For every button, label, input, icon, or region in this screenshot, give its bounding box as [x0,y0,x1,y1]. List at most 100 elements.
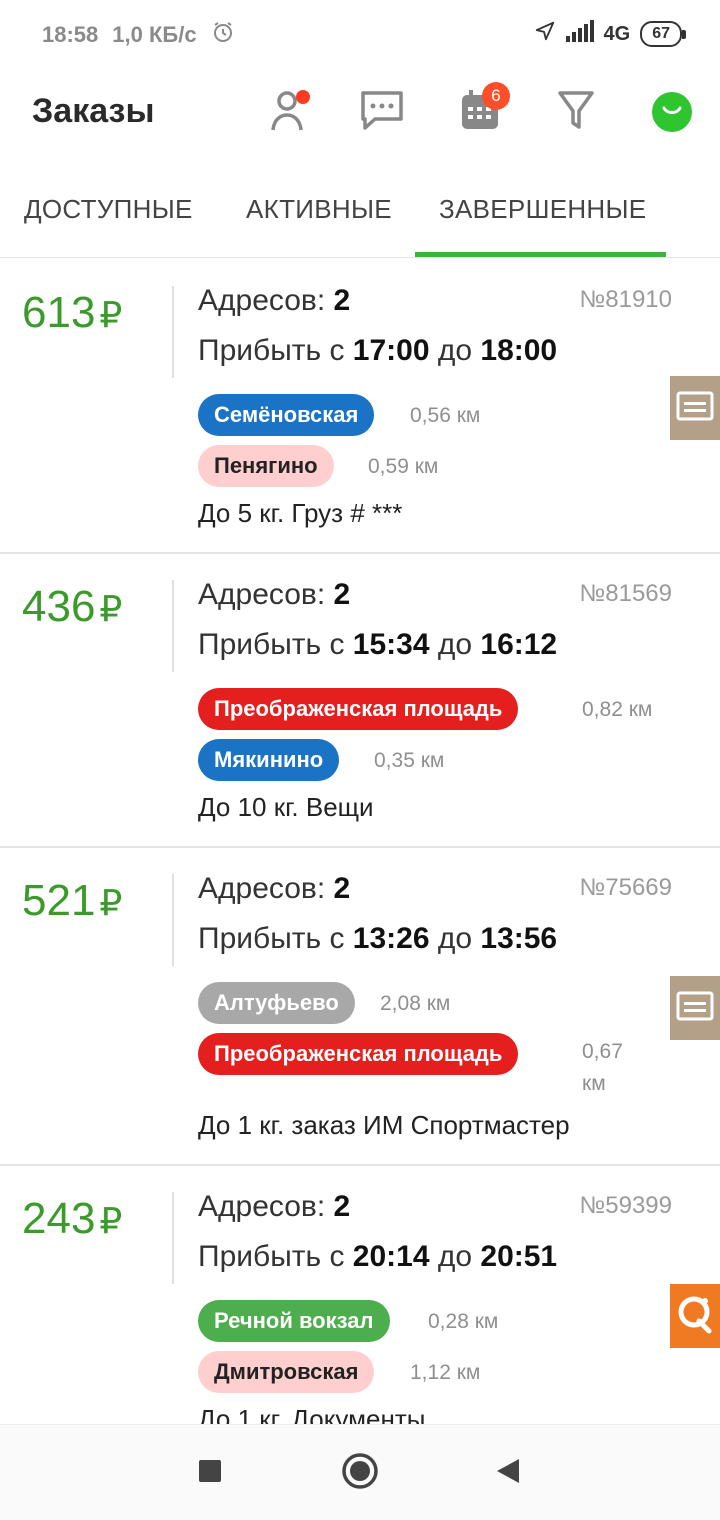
profile-button[interactable] [264,88,312,136]
time-from: 17:00 [352,334,430,367]
time-from: 20:14 [352,1240,430,1273]
metro-station-badge: Речной вокзал [198,1300,390,1342]
price-value: 243 [22,1194,96,1243]
home-circle-icon [341,1452,379,1495]
order-card[interactable]: 243 ₽ Адресов: 2 №59399 Прибыть с 20:14 д… [0,1166,720,1424]
metro-station-badge: Мякинино [198,739,340,781]
station-distance: 0,56 км [410,404,481,427]
station-distance-unit: км [582,1072,606,1095]
metro-station-badge: Алтуфьево [198,982,355,1024]
addresses-label: Адресов: [198,872,334,905]
time-to: 18:00 [480,334,558,367]
station-distance: 0,67 [582,1040,623,1063]
addresses-label: Адресов: [198,1190,334,1223]
order-number: №81910 [579,286,672,313]
arrival-window: Прибыть с 13:26 до 13:56 [198,922,557,956]
time-from: 15:34 [352,628,430,661]
app-bar: Заказы 6 [0,72,720,156]
tab-active[interactable]: АКТИВНЫЕ [246,194,392,225]
order-card[interactable]: 436 ₽ Адресов: 2 №81569 Прибыть с 15:34 д… [0,554,720,848]
metro-station-badge: Пенягино [198,445,334,487]
calendar-button[interactable]: 6 [456,82,510,136]
recents-button[interactable] [190,1453,230,1493]
order-price: 521 ₽ [22,876,122,926]
metro-station-badge: Преображенская площадь [198,688,519,730]
network-speed: 1,0 КБ/с [112,22,197,47]
metro-station-badge: Преображенская площадь [198,1033,519,1075]
back-button[interactable] [488,1453,528,1493]
arrive-prefix: Прибыть с [198,334,353,367]
addresses-count: Адресов: 2 [198,872,350,906]
arrive-prefix: Прибыть с [198,1240,353,1273]
station-distance: 0,59 км [368,455,439,478]
alarm-icon [211,20,235,50]
metro-station-badge: Дмитровская [198,1351,375,1393]
filter-icon [557,89,595,136]
tab-available[interactable]: ДОСТУПНЫЕ [24,194,193,225]
price-value: 436 [22,582,96,631]
currency-symbol: ₽ [99,588,123,629]
price-value: 521 [22,876,96,925]
addresses-value: 2 [333,284,351,317]
order-number: №59399 [579,1192,672,1219]
time-to: 20:51 [480,1240,558,1273]
network-type: 4G [603,22,631,45]
addresses-value: 2 [333,1190,351,1223]
document-icon [676,391,714,426]
tab-completed[interactable]: ЗАВЕРШЕННЫЕ [439,194,646,225]
back-triangle-icon [495,1457,521,1490]
arrival-window: Прибыть с 17:00 до 18:00 [198,334,557,368]
divider [172,874,174,966]
currency-symbol: ₽ [99,882,123,923]
order-description: До 1 кг. Документы [198,1404,426,1424]
messages-button[interactable] [358,88,406,136]
home-button[interactable] [340,1452,380,1495]
signal-icon [565,20,594,48]
time-from: 13:26 [352,922,430,955]
order-description: До 1 кг. заказ ИМ Спортмастер [198,1110,570,1140]
status-bar: 18:58 1,0 КБ/с 4G 67 [0,0,720,72]
notification-dot [296,90,310,104]
order-number: №81569 [579,580,672,607]
arrive-middle: до [429,922,481,955]
arrive-prefix: Прибыть с [198,628,353,661]
time-to: 13:56 [480,922,558,955]
online-status-icon [652,92,692,132]
station-distance: 0,35 км [374,749,445,772]
document-badge[interactable] [670,376,720,440]
order-card[interactable]: 613 ₽ Адресов: 2 №81910 Прибыть с 17:00 д… [0,260,720,554]
order-price: 436 ₽ [22,582,122,632]
qiwi-badge[interactable] [670,1284,720,1348]
currency-symbol: ₽ [99,294,123,335]
status-bar-left: 18:58 1,0 КБ/с [42,20,235,50]
online-status-button[interactable] [648,88,696,136]
divider [172,1192,174,1284]
qiwi-icon [675,1293,715,1340]
order-number: №75669 [579,874,672,901]
addresses-label: Адресов: [198,578,334,611]
status-bar-right: 4G 67 [534,20,686,48]
order-card[interactable]: 521 ₽ Адресов: 2 №75669 Прибыть с 13:26 д… [0,848,720,1166]
addresses-count: Адресов: 2 [198,578,350,612]
arrive-prefix: Прибыть с [198,922,353,955]
order-description: До 10 кг. Вещи [198,792,374,822]
order-price: 243 ₽ [22,1194,122,1244]
station-distance: 2,08 км [380,992,451,1015]
addresses-count: Адресов: 2 [198,1190,350,1224]
document-badge[interactable] [670,976,720,1040]
order-price: 613 ₽ [22,288,122,338]
arrive-middle: до [429,334,481,367]
orders-list[interactable]: 613 ₽ Адресов: 2 №81910 Прибыть с 17:00 д… [0,260,720,1424]
arrive-middle: до [429,628,481,661]
filter-button[interactable] [552,88,600,136]
price-value: 613 [22,288,96,337]
metro-station-badge: Семёновская [198,394,375,436]
system-nav-bar [0,1424,720,1520]
time-to: 16:12 [480,628,558,661]
addresses-value: 2 [333,578,351,611]
divider [172,286,174,378]
arrival-window: Прибыть с 15:34 до 16:12 [198,628,557,662]
page-title: Заказы [32,92,155,130]
station-distance: 0,28 км [428,1310,499,1333]
addresses-value: 2 [333,872,351,905]
